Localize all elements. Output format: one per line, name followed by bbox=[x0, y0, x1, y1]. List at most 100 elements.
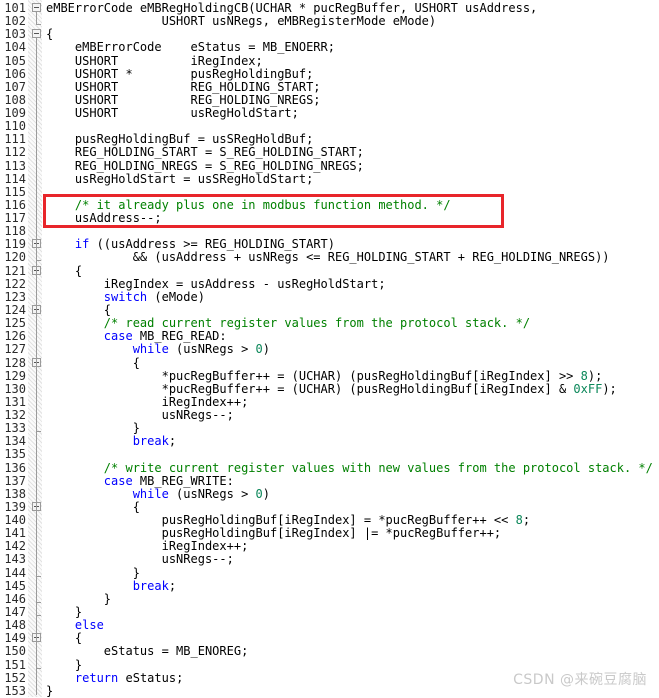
line-number: 119 bbox=[4, 237, 26, 251]
code-line[interactable]: 115 bbox=[0, 185, 659, 199]
code-line[interactable]: 147 } bbox=[0, 605, 659, 619]
code-line[interactable]: 121 { bbox=[0, 264, 659, 278]
code-line[interactable]: 103 { bbox=[0, 27, 659, 41]
code-token-plain: && (usAddress + usNRegs <= REG_HOLDING_S… bbox=[46, 250, 610, 264]
code-line[interactable]: 120 && (usAddress + usNRegs <= REG_HOLDI… bbox=[0, 250, 659, 264]
code-token-plain: eStatus = MB_ENOREG; bbox=[46, 644, 249, 658]
code-line[interactable]: 139 { bbox=[0, 500, 659, 514]
code-line[interactable]: 130 *pucRegBuffer++ = (UCHAR) (pusRegHol… bbox=[0, 382, 659, 396]
code-token-plain: { bbox=[46, 631, 83, 645]
code-line[interactable]: 124 { bbox=[0, 303, 659, 317]
code-line[interactable]: 138 while (usNRegs > 0) bbox=[0, 487, 659, 501]
code-line[interactable]: 143 usNRegs--; bbox=[0, 552, 659, 566]
code-line[interactable]: 129 *pucRegBuffer++ = (UCHAR) (pusRegHol… bbox=[0, 369, 659, 383]
line-number: 152 bbox=[4, 671, 26, 685]
code-line[interactable]: 135 bbox=[0, 447, 659, 461]
code-line[interactable]: 119 if ((usAddress >= REG_HOLDING_START) bbox=[0, 237, 659, 251]
code-token-plain: } bbox=[46, 566, 140, 580]
code-line[interactable]: 140 pusRegHoldingBuf[iRegIndex] = *pucRe… bbox=[0, 513, 659, 527]
code-line[interactable]: 123 switch (eMode) bbox=[0, 290, 659, 304]
line-number: 131 bbox=[4, 395, 26, 409]
code-text: USHORT usRegHoldStart; bbox=[46, 106, 299, 120]
code-line[interactable]: 125 /* read current register values from… bbox=[0, 316, 659, 330]
code-token-plain: } bbox=[46, 684, 54, 698]
code-line[interactable]: 133 } bbox=[0, 421, 659, 435]
code-token-kw: case bbox=[103, 329, 133, 343]
code-token-plain: USHORT usRegHoldStart; bbox=[46, 106, 299, 120]
code-text: USHORT usNRegs, eMBRegisterMode eMode) bbox=[46, 14, 437, 28]
code-token-plain: } bbox=[46, 592, 112, 606]
code-line[interactable]: 132 usNRegs--; bbox=[0, 408, 659, 422]
code-line[interactable]: 122 iRegIndex = usAddress - usRegHoldSta… bbox=[0, 277, 659, 291]
code-editor[interactable]: 101 eMBErrorCode eMBRegHoldingCB(UCHAR * … bbox=[0, 0, 659, 698]
line-number: 139 bbox=[4, 500, 26, 514]
line-number: 134 bbox=[4, 434, 26, 448]
code-line[interactable]: 126 case MB_REG_READ: bbox=[0, 329, 659, 343]
code-token-cmt: /* read current register values from the… bbox=[103, 316, 531, 330]
code-token-plain: { bbox=[46, 356, 140, 370]
code-token-plain: MB_REG_WRITE: bbox=[132, 474, 234, 488]
code-line[interactable]: 105 USHORT iRegIndex; bbox=[0, 54, 659, 68]
code-token-kw: if bbox=[74, 237, 90, 251]
line-number: 132 bbox=[4, 408, 26, 422]
code-text: { bbox=[46, 356, 140, 370]
code-text: USHORT * pusRegHoldingBuf; bbox=[46, 67, 313, 81]
code-line[interactable]: 144 } bbox=[0, 566, 659, 580]
code-line[interactable]: 131 iRegIndex++; bbox=[0, 395, 659, 409]
code-line[interactable]: 106 USHORT * pusRegHoldingBuf; bbox=[0, 67, 659, 81]
code-line[interactable]: 108 USHORT REG_HOLDING_NREGS; bbox=[0, 93, 659, 107]
line-number: 135 bbox=[4, 447, 26, 461]
code-text: if ((usAddress >= REG_HOLDING_START) bbox=[46, 237, 335, 251]
code-line[interactable]: 128 { bbox=[0, 356, 659, 370]
code-line[interactable]: 142 iRegIndex++; bbox=[0, 539, 659, 553]
code-text: usNRegs--; bbox=[46, 408, 234, 422]
code-token-plain: iRegIndex++; bbox=[46, 539, 249, 553]
code-line[interactable]: 134 break; bbox=[0, 434, 659, 448]
code-token-plain: USHORT iRegIndex; bbox=[46, 54, 263, 68]
code-line[interactable]: 149 { bbox=[0, 631, 659, 645]
code-token-plain: ; bbox=[168, 579, 177, 593]
csdn-watermark: CSDN @来碗豆腐脑 bbox=[513, 672, 647, 688]
code-line[interactable]: 110 bbox=[0, 119, 659, 133]
code-token-plain: } bbox=[46, 421, 140, 435]
code-line[interactable]: 146 } bbox=[0, 592, 659, 606]
code-line[interactable]: 148 else bbox=[0, 618, 659, 632]
line-number: 144 bbox=[4, 566, 26, 580]
line-number: 153 bbox=[4, 684, 26, 698]
code-line[interactable]: 102 USHORT usNRegs, eMBRegisterMode eMod… bbox=[0, 14, 659, 28]
line-number: 137 bbox=[4, 474, 26, 488]
code-line[interactable]: 113 REG_HOLDING_NREGS = S_REG_HOLDING_NR… bbox=[0, 159, 659, 173]
code-token-kw: else bbox=[74, 618, 104, 632]
code-line[interactable]: 150 eStatus = MB_ENOREG; bbox=[0, 644, 659, 658]
code-line[interactable]: 141 pusRegHoldingBuf[iRegIndex] |= *pucR… bbox=[0, 526, 659, 540]
code-line[interactable]: 111 pusRegHoldingBuf = usSRegHoldBuf; bbox=[0, 132, 659, 146]
line-number: 140 bbox=[4, 513, 26, 527]
code-token-plain: ) bbox=[262, 342, 270, 356]
code-line[interactable]: 112 REG_HOLDING_START = S_REG_HOLDING_ST… bbox=[0, 145, 659, 159]
fold-collapse-icon[interactable] bbox=[32, 3, 41, 12]
code-line[interactable]: 114 usRegHoldStart = usSRegHoldStart; bbox=[0, 172, 659, 186]
code-line[interactable]: 117 usAddress--; bbox=[0, 211, 659, 225]
code-line[interactable]: 116 /* it already plus one in modbus fun… bbox=[0, 198, 659, 212]
code-line[interactable]: 104 eMBErrorCode eStatus = MB_ENOERR; bbox=[0, 40, 659, 54]
line-number: 147 bbox=[4, 605, 26, 619]
fold-collapse-icon[interactable] bbox=[32, 29, 41, 38]
code-text: REG_HOLDING_START = S_REG_HOLDING_START; bbox=[46, 145, 364, 159]
code-token-plain: { bbox=[46, 264, 83, 278]
fold-guide-line bbox=[36, 511, 37, 576]
code-token-plain: pusRegHoldingBuf[iRegIndex] |= *pucRegBu… bbox=[46, 526, 502, 540]
code-line[interactable]: 136 /* write current register values wit… bbox=[0, 461, 659, 475]
code-line[interactable]: 145 break; bbox=[0, 579, 659, 593]
code-line[interactable]: 109 USHORT usRegHoldStart; bbox=[0, 106, 659, 120]
code-text: /* write current register values with ne… bbox=[46, 461, 653, 475]
code-token-plain: ((usAddress >= REG_HOLDING_START) bbox=[89, 237, 335, 251]
code-line[interactable]: 101 eMBErrorCode eMBRegHoldingCB(UCHAR * … bbox=[0, 1, 659, 15]
line-number: 145 bbox=[4, 579, 26, 593]
line-number: 146 bbox=[4, 592, 26, 606]
code-line[interactable]: 107 USHORT REG_HOLDING_START; bbox=[0, 80, 659, 94]
code-line[interactable]: 137 case MB_REG_WRITE: bbox=[0, 474, 659, 488]
code-line[interactable]: 127 while (usNRegs > 0) bbox=[0, 342, 659, 356]
code-line[interactable]: 118 bbox=[0, 224, 659, 238]
